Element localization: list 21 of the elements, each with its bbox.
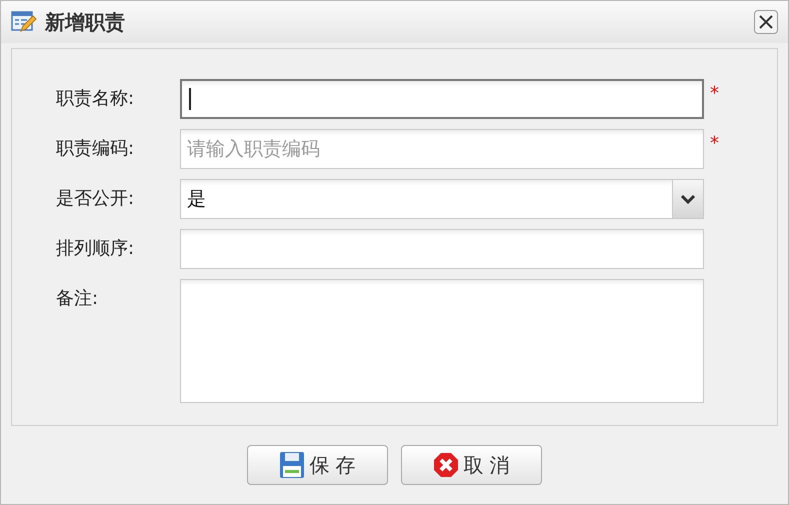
field-label: 备注: — [56, 287, 100, 311]
input-field[interactable]: 请输入职责编码 — [180, 129, 704, 169]
save-button[interactable]: 保 存 — [247, 445, 388, 485]
text-cursor — [189, 88, 191, 110]
field-label: 职责编码: — [56, 137, 136, 161]
close-icon — [433, 452, 460, 478]
textarea-field[interactable] — [180, 279, 704, 403]
input-field[interactable] — [180, 229, 704, 269]
required-mark: * — [710, 132, 719, 156]
close-icon — [759, 15, 773, 29]
chevron-down-icon — [681, 194, 695, 204]
input-field[interactable] — [180, 79, 704, 119]
window-title: 新增职责 — [45, 8, 126, 36]
cancel-button[interactable]: 取 消 — [401, 445, 542, 485]
field-label: 职责名称: — [56, 87, 136, 111]
field-label: 是否公开: — [56, 187, 136, 211]
required-mark: * — [710, 82, 719, 106]
close-button[interactable] — [754, 10, 778, 34]
edit-form-icon — [11, 10, 37, 34]
dropdown-field[interactable]: 是 — [180, 179, 704, 219]
field-label: 排列顺序: — [56, 237, 136, 261]
